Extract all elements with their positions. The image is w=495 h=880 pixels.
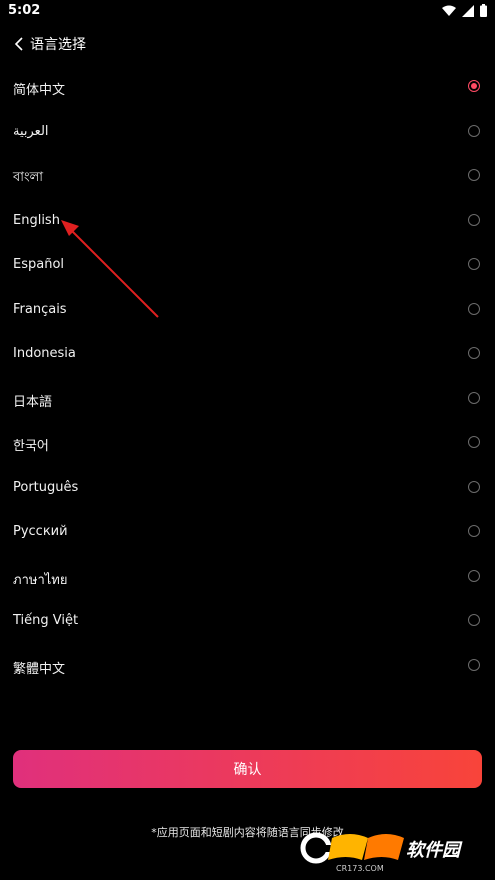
language-option[interactable]: 日本語 bbox=[0, 378, 495, 423]
language-label: العربية bbox=[13, 123, 49, 139]
radio-unchecked-icon[interactable] bbox=[468, 436, 480, 448]
radio-unchecked-icon[interactable] bbox=[468, 258, 480, 270]
language-label: 繁體中文 bbox=[13, 661, 66, 677]
radio-unchecked-icon[interactable] bbox=[468, 569, 480, 582]
radio-unchecked-icon[interactable] bbox=[468, 213, 480, 226]
radio-unchecked-icon[interactable] bbox=[468, 614, 480, 626]
language-option[interactable]: 한국어 bbox=[0, 422, 495, 467]
language-label: Indonesia bbox=[13, 346, 76, 361]
svg-text:CR173.COM: CR173.COM bbox=[336, 864, 384, 873]
language-option[interactable]: 简体中文 bbox=[0, 66, 495, 111]
status-time: 5:02 bbox=[8, 3, 41, 18]
language-label: Tiếng Việt bbox=[13, 613, 79, 628]
language-label: English bbox=[13, 212, 60, 228]
annotation-arrow-icon bbox=[61, 220, 159, 318]
top-nav: 语言选择 bbox=[0, 30, 495, 58]
radio-unchecked-icon[interactable] bbox=[468, 169, 480, 181]
language-option[interactable]: العربية bbox=[0, 111, 495, 156]
status-bar: 5:02 bbox=[0, 0, 495, 22]
language-option[interactable]: বাংলা bbox=[0, 155, 495, 200]
confirm-button-label: 确认 bbox=[233, 762, 262, 778]
language-list: 简体中文 العربية বাংলা English Español Français In… bbox=[0, 66, 495, 689]
language-option[interactable]: Português bbox=[0, 467, 495, 512]
radio-unchecked-icon[interactable] bbox=[468, 525, 480, 537]
language-option[interactable]: Tiếng Việt bbox=[0, 600, 495, 645]
battery-icon bbox=[480, 4, 487, 17]
radio-checked-icon[interactable] bbox=[468, 80, 480, 92]
page-title: 语言选择 bbox=[30, 37, 86, 53]
language-label: ภาษาไทย bbox=[13, 572, 68, 588]
language-label: 日本語 bbox=[13, 394, 53, 410]
language-option[interactable]: ภาษาไทย bbox=[0, 556, 495, 601]
back-icon[interactable] bbox=[12, 33, 32, 55]
radio-unchecked-icon[interactable] bbox=[468, 658, 480, 671]
radio-unchecked-icon[interactable] bbox=[468, 347, 480, 359]
svg-text:软件园: 软件园 bbox=[406, 840, 463, 861]
language-option[interactable]: Indonesia bbox=[0, 333, 495, 378]
radio-unchecked-icon[interactable] bbox=[468, 302, 480, 315]
language-option[interactable]: Русский bbox=[0, 511, 495, 556]
radio-unchecked-icon[interactable] bbox=[468, 124, 480, 137]
watermark-logo-icon: 软件园 CR173.COM bbox=[300, 832, 463, 873]
radio-unchecked-icon[interactable] bbox=[468, 391, 480, 404]
language-label: 한국어 bbox=[13, 439, 49, 454]
language-option[interactable]: 繁體中文 bbox=[0, 645, 495, 690]
language-label: বাংলা bbox=[13, 170, 44, 185]
signal-icon bbox=[462, 4, 474, 17]
wifi-icon bbox=[442, 5, 456, 16]
language-label: Português bbox=[13, 479, 79, 495]
language-label: 简体中文 bbox=[13, 83, 66, 98]
confirm-button[interactable]: 确认 bbox=[13, 750, 482, 788]
language-label: Русский bbox=[13, 524, 68, 539]
status-icons bbox=[442, 4, 487, 17]
radio-unchecked-icon[interactable] bbox=[468, 480, 480, 493]
